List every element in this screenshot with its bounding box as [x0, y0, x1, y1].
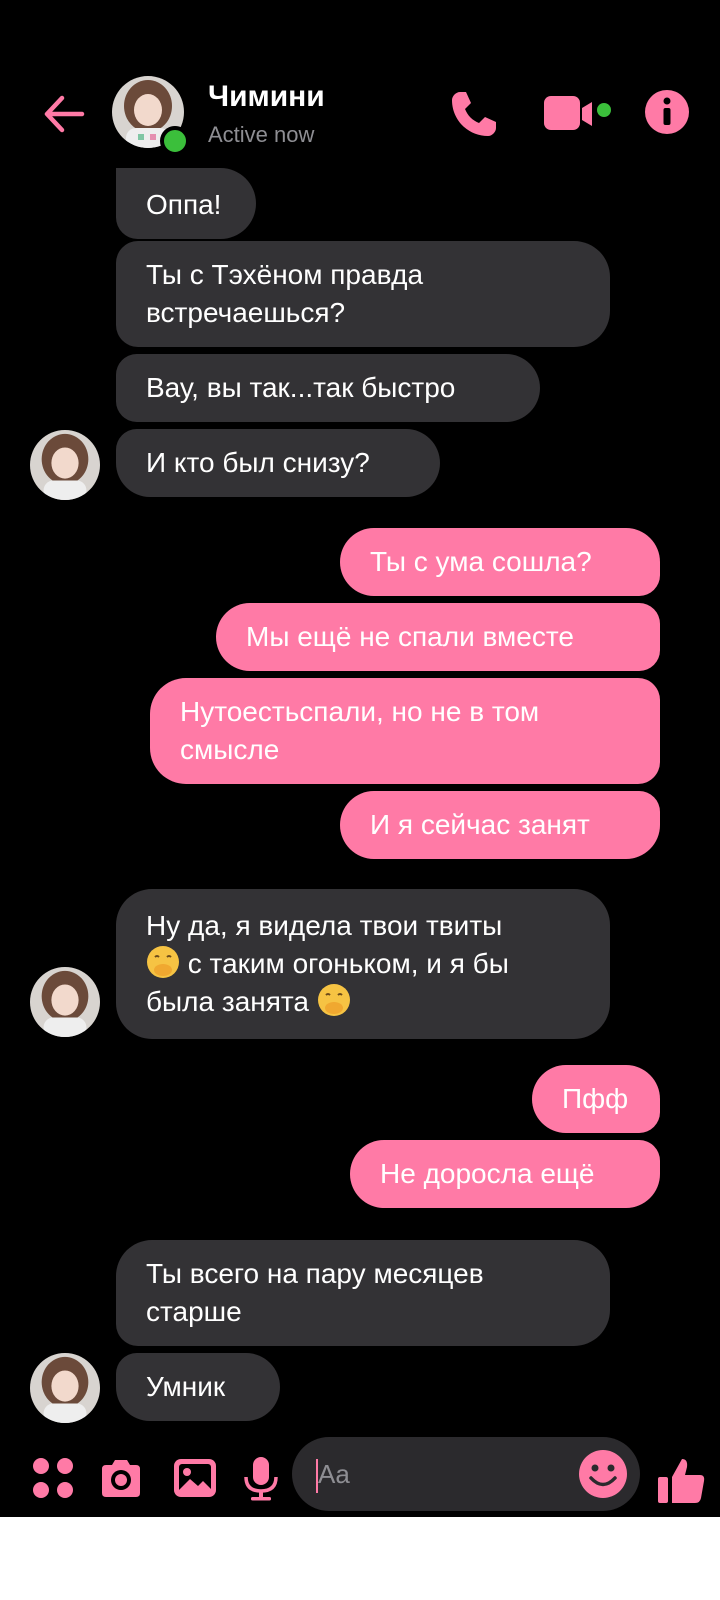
phone-icon	[452, 92, 496, 136]
message-bubble-outgoing[interactable]: Ты с ума сошла?	[340, 528, 660, 596]
like-button[interactable]	[656, 1455, 706, 1505]
message-input[interactable]: Aa	[292, 1437, 640, 1511]
message-bubble-outgoing[interactable]: И я сейчас занят	[340, 791, 660, 859]
message-bubble-incoming[interactable]: Умник	[116, 1353, 280, 1421]
info-button[interactable]	[644, 89, 690, 135]
face-with-hand-over-mouth-icon	[147, 946, 179, 978]
chat-header: Чимини Active now	[0, 60, 720, 170]
contact-avatar-small[interactable]	[30, 430, 100, 500]
message-bubble-incoming[interactable]: Оппа!	[116, 168, 256, 239]
message-composer: Aa	[0, 1435, 720, 1517]
contact-status: Active now	[208, 122, 315, 147]
message-bubble-incoming[interactable]: Вау, вы так...так быстро	[116, 354, 540, 422]
contact-avatar-small[interactable]	[30, 967, 100, 1037]
message-bubble-incoming[interactable]: И кто был снизу?	[116, 429, 440, 497]
emoji-button[interactable]	[578, 1449, 628, 1499]
message-bubble-outgoing[interactable]: Мы ещё не спали вместе	[216, 603, 660, 671]
camera-icon	[102, 1460, 140, 1497]
online-indicator	[160, 126, 190, 156]
apps-button[interactable]	[30, 1455, 76, 1501]
messenger-screen: Чимини Active now Оппа! Ты с Тэхёном пра…	[0, 0, 720, 1517]
voice-button[interactable]	[238, 1455, 284, 1501]
apps-icon	[33, 1458, 73, 1498]
message-bubble-outgoing[interactable]: Пфф	[532, 1065, 660, 1133]
video-camera-icon	[544, 96, 611, 130]
thumbs-up-icon	[658, 1459, 705, 1503]
info-icon	[645, 90, 689, 134]
video-call-button[interactable]	[544, 90, 624, 138]
camera-button[interactable]	[98, 1455, 144, 1501]
contact-name[interactable]: Чимини	[208, 80, 325, 114]
back-arrow-icon	[44, 95, 85, 133]
back-button[interactable]	[38, 88, 90, 140]
message-bubble-incoming[interactable]: Ты с Тэхёном правда встречаешься?	[116, 241, 610, 347]
call-button[interactable]	[446, 86, 502, 142]
message-text: Ну да, я видела твои твиты	[146, 910, 503, 941]
smiley-icon	[579, 1450, 627, 1498]
contact-avatar-small[interactable]	[30, 1353, 100, 1423]
microphone-icon	[244, 1457, 278, 1501]
message-bubble-outgoing[interactable]: Нутоестьспали, но не в том смысле	[150, 678, 660, 784]
system-navigation-area	[0, 1517, 720, 1600]
gallery-button[interactable]	[172, 1455, 218, 1501]
message-bubble-incoming[interactable]: Ну да, я видела твои твиты с таким огонь…	[116, 889, 610, 1039]
message-bubble-outgoing[interactable]: Не доросла ещё	[350, 1140, 660, 1208]
face-with-hand-over-mouth-icon	[317, 984, 350, 1016]
message-bubble-incoming[interactable]: Ты всего на пару месяцев старше	[116, 1240, 610, 1346]
image-icon	[174, 1459, 216, 1497]
message-input-placeholder: Aa	[318, 1459, 350, 1489]
